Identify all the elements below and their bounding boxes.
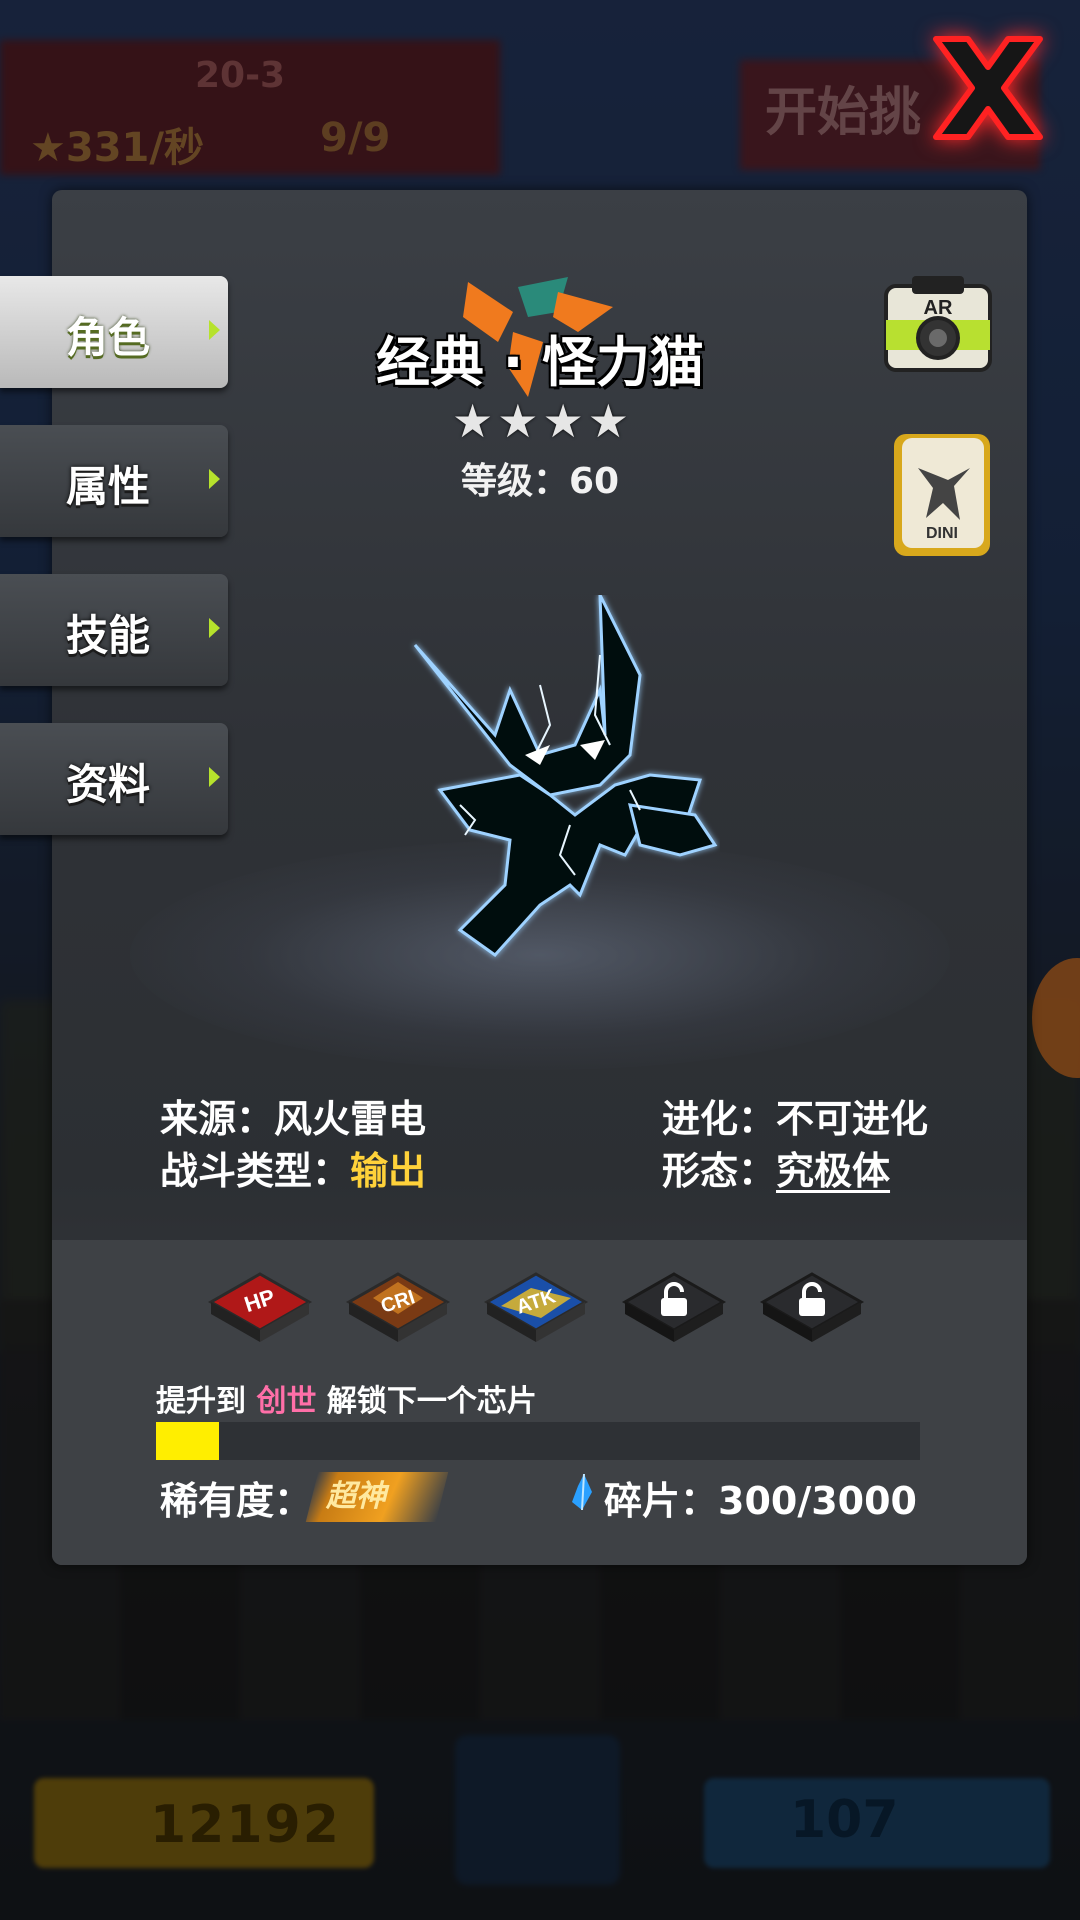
unlock-progress-bar (156, 1422, 920, 1460)
rarity-badge: 超神 (305, 1472, 449, 1522)
ar-camera-button[interactable]: AR (882, 270, 994, 374)
star-rating: ★ ★ ★ ★ (452, 398, 629, 444)
star-icon: ★ (542, 394, 584, 448)
rarity-label: 稀有度： (160, 1479, 313, 1523)
star-icon: ★ (587, 394, 629, 448)
unlock-hint: 提升到 创世 解锁下一个芯片 (156, 1384, 537, 1419)
evolution-info: 进化：不可进化 (662, 1097, 929, 1141)
cri-chip-icon[interactable]: CRI (343, 1268, 453, 1346)
locked-chip-slot[interactable] (757, 1268, 867, 1346)
tab-skills[interactable]: 技能 (0, 574, 228, 686)
svg-text:DINI: DINI (926, 525, 958, 542)
card-button[interactable]: DINI (888, 428, 996, 562)
form-info: 形态：究极体 (662, 1149, 891, 1193)
form-link[interactable]: 究极体 (776, 1149, 890, 1193)
chevron-right-icon (209, 767, 220, 787)
hp-chip-icon[interactable]: HP (205, 1268, 315, 1346)
star-icon: ★ (452, 394, 494, 448)
atk-chip-icon[interactable]: ATK (481, 1268, 591, 1346)
tab-profile[interactable]: 资料 (0, 723, 228, 835)
combat-type-info: 战斗类型：输出 (160, 1149, 427, 1193)
close-icon (933, 36, 1043, 140)
close-button[interactable] (918, 28, 1058, 148)
chevron-right-icon (209, 618, 220, 638)
source-info: 来源：风火雷电 (160, 1097, 427, 1141)
character-model (413, 595, 718, 957)
star-icon: ★ (497, 394, 539, 448)
shard-count: 碎片：300/3000 (604, 1479, 917, 1523)
ar-badge: AR (924, 297, 953, 319)
locked-chip-slot[interactable] (619, 1268, 729, 1346)
progress-fill (156, 1422, 220, 1460)
shard-icon (572, 1473, 592, 1511)
